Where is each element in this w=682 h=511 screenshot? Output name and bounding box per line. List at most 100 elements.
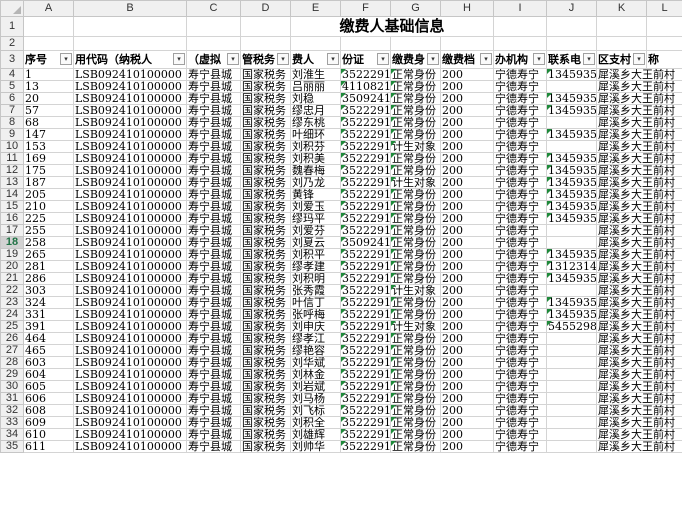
table-cell[interactable]: 刘爱玉 (290, 200, 341, 213)
table-cell[interactable]: 正常身份 (390, 260, 441, 273)
table-cell[interactable]: 13123149 (546, 260, 597, 273)
row-header[interactable]: 17 (0, 224, 24, 237)
row-header[interactable]: 11 (0, 152, 24, 165)
table-cell[interactable]: 13 (23, 80, 74, 93)
table-cell[interactable]: 刘积平 (290, 248, 341, 261)
table-cell[interactable]: 寿宁县城 (186, 272, 241, 285)
table-cell[interactable] (546, 356, 597, 369)
row-header[interactable]: 22 (0, 284, 24, 297)
table-cell[interactable]: 犀溪乡大王前村 (596, 92, 682, 105)
table-cell[interactable]: 35222919 (340, 296, 391, 309)
row-header[interactable]: 8 (0, 116, 24, 129)
table-cell[interactable]: 国家税务 (240, 344, 291, 357)
table-cell[interactable]: 刘岩斌 (290, 380, 341, 393)
table-cell[interactable]: 13459352 (546, 68, 597, 81)
table-cell[interactable]: 281 (23, 260, 74, 273)
row-header[interactable]: 34 (0, 428, 24, 441)
table-cell[interactable]: 宁德寿宁 (493, 440, 547, 453)
table-cell[interactable]: 国家税务 (240, 92, 291, 105)
table-cell[interactable]: 国家税务 (240, 104, 291, 117)
header-cell[interactable]: 费人 ▾ (290, 50, 341, 69)
header-cell[interactable]: 办机构 ▾ (493, 50, 547, 69)
filter-dropdown-icon[interactable]: ▾ (173, 53, 185, 65)
table-cell[interactable]: 寿宁县城 (186, 320, 241, 333)
table-cell[interactable]: LSB092410100000 (73, 440, 187, 453)
table-cell[interactable]: 200 (440, 356, 494, 369)
table-cell[interactable]: 缪艳容 (290, 344, 341, 357)
table-cell[interactable]: 缪玛平 (290, 212, 341, 225)
row-header[interactable]: 6 (0, 92, 24, 105)
table-cell[interactable]: 20 (23, 92, 74, 105)
row-header[interactable]: 32 (0, 404, 24, 417)
table-cell[interactable]: 303 (23, 284, 74, 297)
table-cell[interactable]: 刘爱芬 (290, 224, 341, 237)
row-header[interactable]: 26 (0, 332, 24, 345)
table-cell[interactable]: 缪孝建 (290, 260, 341, 273)
table-cell[interactable]: 正常身份 (390, 80, 441, 93)
table-cell[interactable]: LSB092410100000 (73, 380, 187, 393)
table-cell[interactable]: 宁德寿宁 (493, 308, 547, 321)
table-cell[interactable]: 200 (440, 284, 494, 297)
table-cell[interactable]: 刘稳 (290, 92, 341, 105)
table-cell[interactable]: 宁德寿宁 (493, 380, 547, 393)
table-cell[interactable]: LSB092410100000 (73, 224, 187, 237)
table-cell[interactable]: 寿宁县城 (186, 380, 241, 393)
table-cell[interactable]: LSB092410100000 (73, 176, 187, 189)
table-cell[interactable]: 国家税务 (240, 320, 291, 333)
table-cell[interactable]: 正常身份 (390, 356, 441, 369)
row-header[interactable]: 35 (0, 440, 24, 453)
table-cell[interactable]: 200 (440, 188, 494, 201)
table-cell[interactable]: 国家税务 (240, 152, 291, 165)
table-cell[interactable]: 200 (440, 368, 494, 381)
table-cell[interactable]: 犀溪乡大王前村 (596, 260, 682, 273)
table-cell[interactable]: 465 (23, 344, 74, 357)
table-cell[interactable]: LSB092410100000 (73, 152, 187, 165)
table-cell[interactable]: 宁德寿宁 (493, 284, 547, 297)
table-cell[interactable]: 犀溪乡大王前村 (596, 140, 682, 153)
table-cell[interactable] (546, 368, 597, 381)
row-header[interactable]: 33 (0, 416, 24, 429)
row-header[interactable]: 29 (0, 368, 24, 381)
table-cell[interactable] (546, 428, 597, 441)
table-cell[interactable]: 犀溪乡大王前村 (596, 152, 682, 165)
table-cell[interactable]: 200 (440, 200, 494, 213)
table-cell[interactable]: 200 (440, 92, 494, 105)
table-cell[interactable]: 13459352 (546, 104, 597, 117)
table-cell[interactable]: 35222919 (340, 284, 391, 297)
table-cell[interactable]: 57 (23, 104, 74, 117)
table-cell[interactable]: 犀溪乡大王前村 (596, 320, 682, 333)
table-cell[interactable]: LSB092410100000 (73, 284, 187, 297)
table-cell[interactable]: LSB092410100000 (73, 200, 187, 213)
table-cell[interactable]: 刘雄辉 (290, 428, 341, 441)
table-cell[interactable]: 正常身份 (390, 164, 441, 177)
table-cell[interactable]: 35222919 (340, 392, 391, 405)
table-cell[interactable]: 寿宁县城 (186, 212, 241, 225)
table-cell[interactable]: 13459352 (546, 164, 597, 177)
table-cell[interactable]: 35092419 (340, 92, 391, 105)
table-cell[interactable]: 犀溪乡大王前村 (596, 332, 682, 345)
table-cell[interactable]: LSB092410100000 (73, 140, 187, 153)
table-cell[interactable]: 宁德寿宁 (493, 236, 547, 249)
table-cell[interactable]: 宁德寿宁 (493, 260, 547, 273)
table-cell[interactable]: LSB092410100000 (73, 236, 187, 249)
table-cell[interactable]: 刘积美 (290, 152, 341, 165)
table-cell[interactable]: 寿宁县城 (186, 356, 241, 369)
filter-dropdown-icon[interactable]: ▾ (60, 53, 72, 65)
table-cell[interactable]: 国家税务 (240, 128, 291, 141)
table-cell[interactable]: 605 (23, 380, 74, 393)
table-cell[interactable]: 200 (440, 320, 494, 333)
table-cell[interactable]: 寿宁县城 (186, 200, 241, 213)
table-cell[interactable]: 犀溪乡大王前村 (596, 392, 682, 405)
table-cell[interactable]: 寿宁县城 (186, 416, 241, 429)
table-cell[interactable]: 200 (440, 140, 494, 153)
table-cell[interactable]: LSB092410100000 (73, 308, 187, 321)
table-cell[interactable] (546, 80, 597, 93)
table-cell[interactable]: 13459352 (546, 212, 597, 225)
table-cell[interactable]: 张呼梅 (290, 308, 341, 321)
table-cell[interactable]: LSB092410100000 (73, 188, 187, 201)
table-cell[interactable]: 犀溪乡大王前村 (596, 224, 682, 237)
table-cell[interactable]: 寿宁县城 (186, 140, 241, 153)
row-header[interactable]: 24 (0, 308, 24, 321)
table-cell[interactable]: 147 (23, 128, 74, 141)
filter-dropdown-icon[interactable]: ▾ (227, 53, 239, 65)
